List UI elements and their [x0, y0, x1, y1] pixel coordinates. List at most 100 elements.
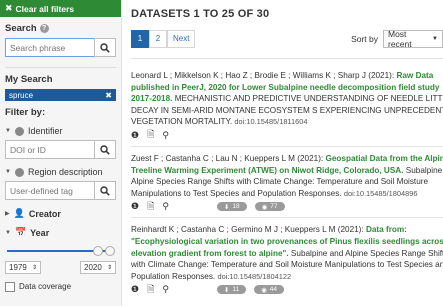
record-doi[interactable]: doi:10.15485/1804122: [217, 272, 291, 281]
identifier-box: [5, 140, 116, 159]
search-title-label: Search: [5, 23, 37, 34]
year-to-input[interactable]: 2020 ⇕: [80, 261, 116, 274]
chevron-down-icon: ▼: [5, 229, 11, 236]
filter-sidebar: ✖ Clear all filters Search ? My Search s…: [0, 0, 122, 306]
page-2-button[interactable]: 2: [149, 29, 167, 48]
eye-icon: ◉: [261, 286, 267, 294]
divider: [131, 145, 443, 147]
views-badge: ◉ 77: [254, 202, 285, 212]
remove-chip-icon[interactable]: ✖: [105, 91, 112, 100]
region-search-button[interactable]: [94, 181, 116, 200]
year-from-input[interactable]: 1979 ⇕: [5, 261, 41, 274]
creator-facet-label: Creator: [28, 208, 61, 219]
chevron-down-icon: ▼: [432, 35, 438, 42]
pin-icon[interactable]: ⚲: [162, 284, 169, 295]
data-coverage-checkbox[interactable]: [5, 282, 15, 292]
downloads-badge: ⬇ 18: [216, 202, 247, 212]
downloads-count: 11: [232, 286, 240, 294]
search-input[interactable]: [5, 38, 94, 57]
data-coverage-label: Data coverage: [19, 282, 72, 291]
identifier-facet-label: Identifier: [27, 126, 63, 136]
my-search-title: My Search: [5, 74, 53, 85]
year-facet-label: Year: [30, 227, 50, 238]
chevron-right-icon: ▶: [5, 211, 10, 217]
pin-icon[interactable]: ⚲: [162, 201, 169, 212]
year-slider-min-handle[interactable]: [93, 246, 103, 256]
downloads-count: 18: [232, 203, 240, 211]
divider: [131, 217, 443, 219]
record-actions: ❶ 🗎 ⚲ ⬇ 18 ◉ 77: [131, 201, 443, 212]
record-doi[interactable]: doi:10.15485/1811604: [234, 117, 307, 126]
pin-icon[interactable]: ⚲: [162, 130, 169, 141]
region-facet-label: Region description: [27, 167, 103, 177]
help-icon[interactable]: ?: [39, 24, 49, 33]
document-icon[interactable]: 🗎: [147, 199, 154, 215]
region-box: [5, 181, 116, 200]
dataset-record: Leonard L ; Mikkelson K ; Hao Z ; Brodie…: [131, 70, 443, 128]
search-icon: [100, 42, 110, 53]
year-to-value: 2020: [84, 263, 102, 272]
region-facet-toggle[interactable]: ▼ Region description: [5, 167, 116, 177]
stepper-icon: ⇕: [31, 265, 37, 271]
year-inputs: 1979 ⇕ 2020 ⇕: [5, 261, 116, 274]
download-icon: ⬇: [223, 286, 230, 294]
stepper-icon: ⇕: [106, 265, 112, 271]
dataset-record: Zuest F ; Castanha C ; Lau N ; Kueppers …: [131, 153, 443, 199]
page-1-button[interactable]: 1: [131, 29, 149, 48]
sort-select[interactable]: Most recent ▼: [383, 28, 443, 49]
document-icon[interactable]: 🗎: [147, 282, 154, 298]
search-term-label: spruce: [9, 90, 34, 100]
fingerprint-icon: [14, 126, 24, 136]
identifier-input[interactable]: [5, 140, 94, 159]
document-icon[interactable]: 🗎: [147, 127, 154, 143]
calendar-icon: 📅: [14, 227, 27, 237]
year-slider-max-handle[interactable]: [105, 246, 115, 256]
eye-icon: ◉: [261, 203, 268, 211]
dataset-record: Reinhardt K ; Castanha C ; Germino M J ;…: [131, 224, 443, 282]
search-button[interactable]: [94, 38, 116, 57]
views-count: 44: [269, 286, 278, 294]
chevron-down-icon: ▼: [5, 169, 11, 175]
downloads-badge: ⬇ 11: [216, 285, 247, 295]
clear-all-filters-button[interactable]: ✖ Clear all filters: [0, 0, 121, 17]
person-icon: 👤: [13, 208, 25, 218]
region-input[interactable]: [5, 181, 94, 200]
data-coverage-option[interactable]: Data coverage: [5, 282, 116, 292]
views-badge: ◉ 44: [254, 285, 285, 295]
search-title: Search ?: [5, 23, 116, 34]
record-authors: Leonard L ; Mikkelson K ; Hao Z ; Brodie…: [131, 71, 397, 80]
record-doi[interactable]: doi:10.15485/1804896: [344, 189, 418, 198]
year-range-slider[interactable]: [5, 246, 116, 256]
filter-by-title: Filter by:: [5, 107, 46, 118]
download-icon: ⬇: [223, 203, 230, 211]
close-icon: ✖: [5, 3, 13, 13]
next-page-button[interactable]: Next: [167, 29, 196, 48]
search-icon: [100, 144, 110, 155]
year-from-value: 1979: [9, 263, 27, 272]
record-actions: ❶ 🗎 ⚲: [131, 127, 443, 143]
clear-all-filters-label: Clear all filters: [15, 3, 75, 14]
search-icon: [100, 185, 110, 196]
record-actions: ❶ 🗎 ⚲ ⬇ 11 ◉ 44: [131, 284, 443, 295]
year-facet-toggle[interactable]: ▼ 📅 Year: [5, 227, 116, 238]
info-icon[interactable]: ❶: [131, 201, 139, 212]
identifier-facet-toggle[interactable]: ▼ Identifier: [5, 126, 116, 136]
chevron-down-icon: ▼: [5, 128, 11, 134]
divider: [5, 67, 116, 68]
record-authors: Zuest F ; Castanha C ; Lau N ; Kueppers …: [131, 153, 326, 163]
results-panel: DATASETS 1 TO 25 OF 30 1 2 Next Sort by …: [122, 0, 443, 306]
pagination-row: 1 2 Next Sort by Most recent ▼: [131, 28, 443, 49]
sort-label: Sort by: [351, 33, 378, 44]
identifier-search-button[interactable]: [94, 140, 116, 159]
views-count: 77: [270, 203, 278, 211]
divider: [131, 58, 443, 59]
creator-facet-toggle[interactable]: ▶ 👤 Creator: [5, 208, 116, 219]
results-heading: DATASETS 1 TO 25 OF 30: [131, 8, 270, 20]
info-icon[interactable]: ❶: [131, 130, 139, 141]
record-authors: Reinhardt K ; Castanha C ; Germino M J ;…: [131, 225, 366, 235]
search-term-chip[interactable]: spruce ✖: [5, 89, 116, 101]
location-icon: [14, 167, 24, 177]
sort-value: Most recent: [388, 28, 412, 49]
search-box: [5, 38, 116, 57]
info-icon[interactable]: ❶: [131, 284, 139, 295]
